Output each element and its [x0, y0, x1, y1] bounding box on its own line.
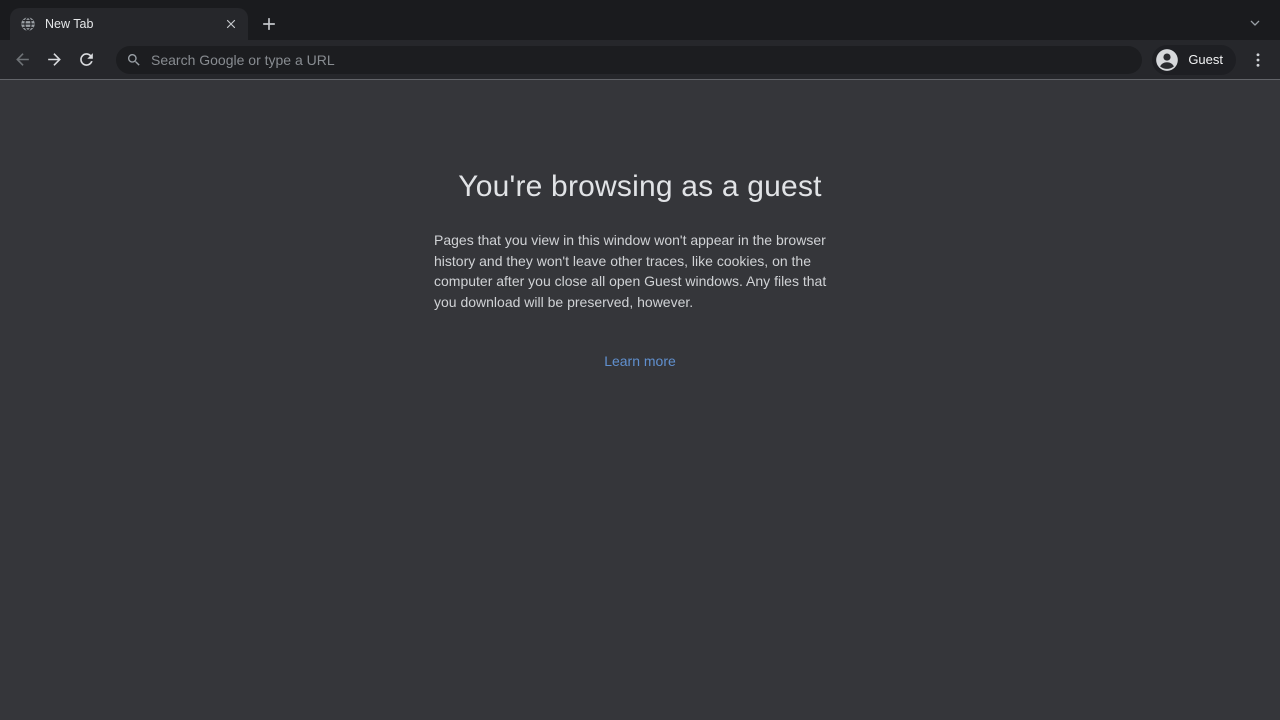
plus-icon	[259, 14, 279, 34]
tab-search-button[interactable]	[1241, 9, 1269, 37]
reload-icon	[77, 50, 96, 69]
kebab-menu-icon	[1249, 51, 1267, 69]
new-tab-button[interactable]	[254, 9, 284, 39]
guest-profile-button[interactable]: Guest	[1152, 45, 1236, 75]
reload-button[interactable]	[72, 46, 100, 74]
profile-label: Guest	[1188, 52, 1223, 67]
omnibox-input[interactable]	[149, 51, 1130, 69]
browser-menu-button[interactable]	[1244, 46, 1272, 74]
forward-button[interactable]	[40, 46, 68, 74]
page-title: You're browsing as a guest	[0, 169, 1280, 205]
browser-window: New Tab	[0, 0, 1280, 720]
tab-title: New Tab	[45, 17, 222, 31]
back-button[interactable]	[8, 46, 36, 74]
close-icon[interactable]	[222, 15, 240, 33]
globe-icon	[20, 16, 36, 32]
tab-new-tab[interactable]: New Tab	[10, 8, 248, 40]
learn-more-link[interactable]: Learn more	[604, 353, 676, 369]
forward-arrow-icon	[45, 50, 64, 69]
chevron-down-icon	[1247, 15, 1263, 31]
toolbar: Guest	[0, 40, 1280, 80]
guest-description: Pages that you view in this window won't…	[434, 230, 846, 312]
tab-strip: New Tab	[0, 0, 1280, 40]
search-icon	[126, 52, 142, 68]
guest-new-tab-page: You're browsing as a guest Pages that yo…	[0, 80, 1280, 720]
back-arrow-icon	[13, 50, 32, 69]
guest-avatar-icon	[1154, 47, 1180, 73]
omnibox[interactable]	[116, 46, 1142, 74]
